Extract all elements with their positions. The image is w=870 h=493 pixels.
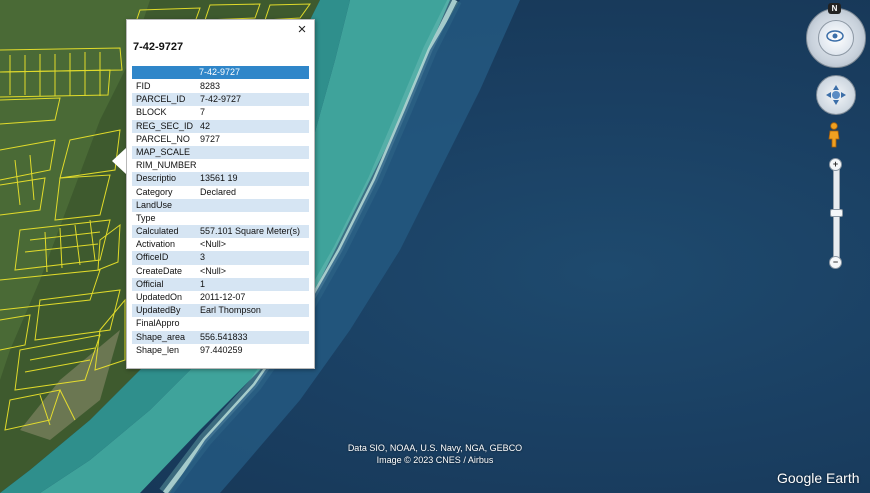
attribute-row: FinalAppro — [132, 317, 309, 330]
attribute-row: FID 8283 — [132, 80, 309, 93]
attribute-key: LandUse — [136, 199, 173, 210]
attribute-header-value: 7-42-9727 — [199, 67, 241, 77]
attribute-row: REG_SEC_ID 42 — [132, 119, 309, 133]
attribute-value: <Null> — [200, 265, 227, 276]
attribute-row: Official 1 — [132, 277, 309, 291]
attribute-row: BLOCK 7 — [132, 106, 309, 119]
attribute-row: MAP_SCALE — [132, 145, 309, 160]
attribute-key: BLOCK — [136, 107, 167, 118]
attribute-key: OfficeID — [136, 252, 169, 263]
attribute-key: UpdatedOn — [136, 292, 183, 302]
attribute-key: Calculated — [136, 226, 179, 237]
north-indicator[interactable]: N — [828, 3, 841, 14]
attribute-value: 556.541833 — [200, 331, 248, 342]
data-attribution: Data SIO, NOAA, U.S. Navy, NGA, GEBCO — [347, 443, 523, 453]
attribute-row: PARCEL_NO 9727 — [132, 133, 309, 146]
attribute-row: UpdatedOn 2011-12-07 — [132, 291, 309, 304]
attribute-row: Calculated 557.101 Square Meter(s) — [132, 225, 309, 239]
attribute-table-header: 7-42-9727 — [132, 66, 309, 79]
attribute-key: RIM_NUMBER — [136, 160, 197, 171]
attribute-value: 1 — [200, 278, 206, 289]
parcel-info-popup: 7-42-9727 × 7-42-9727 FID 8283 PARCEL_ID 7-… — [126, 19, 315, 369]
attribute-row: LandUse — [132, 198, 309, 212]
hand-icon — [826, 85, 846, 105]
attribute-value: 7-42-9727 — [200, 94, 242, 105]
attribute-row: PARCEL_ID 7-42-9727 — [132, 93, 309, 107]
pan-joystick[interactable] — [816, 75, 856, 115]
street-view-pegman-icon[interactable] — [827, 122, 841, 148]
attribute-value: Earl Thompson — [200, 305, 261, 316]
attribute-row: Type — [132, 212, 309, 225]
attribute-key: Shape_area — [136, 331, 186, 342]
attribute-row: RIM_NUMBER — [132, 159, 309, 172]
attribute-row: Descriptio 13561 19 — [132, 172, 309, 186]
image-attribution: Image © 2023 CNES / Airbus — [376, 455, 494, 465]
attribute-row: Shape_area 556.541833 — [132, 330, 309, 344]
attribute-value: 13561 19 — [200, 173, 238, 184]
attribute-key: REG_SEC_ID — [136, 120, 194, 131]
attribute-row: UpdatedBy Earl Thompson — [132, 304, 309, 318]
attribute-key: Shape_len — [136, 344, 180, 355]
attribute-value: 9727 — [200, 133, 221, 144]
attribute-row: CreateDate <Null> — [132, 265, 309, 278]
attribute-value: <Null> — [200, 239, 227, 250]
eye-icon — [826, 30, 844, 42]
google-earth-logo: Google Earth — [777, 470, 860, 486]
close-icon[interactable]: × — [295, 22, 309, 38]
attribute-key: PARCEL_ID — [136, 94, 186, 105]
popup-pointer — [112, 148, 126, 174]
zoom-out-button[interactable]: − — [829, 256, 842, 269]
attribute-value: 97.440259 — [200, 344, 243, 355]
attribute-key: FinalAppro — [136, 318, 180, 329]
attribute-row: Activation <Null> — [132, 238, 309, 251]
attribute-value: 2011-12-07 — [200, 292, 246, 302]
attribute-key: Activation — [136, 239, 176, 250]
attribute-key: Category — [136, 186, 173, 197]
attribute-key: UpdatedBy — [136, 305, 181, 316]
attribute-row: Category Declared — [132, 186, 309, 199]
attribute-key: Type — [136, 212, 156, 223]
attribute-row: OfficeID 3 — [132, 251, 309, 265]
zoom-in-button[interactable]: + — [829, 158, 842, 171]
attribute-key: MAP_SCALE — [136, 146, 191, 157]
attribute-key: CreateDate — [136, 265, 183, 276]
attribute-value: 557.101 Square Meter(s) — [200, 226, 301, 237]
attribute-key: Official — [136, 278, 164, 289]
popup-title: 7-42-9727 — [133, 41, 184, 53]
attribute-key: PARCEL_NO — [136, 133, 190, 144]
attribute-table: FID 8283 PARCEL_ID 7-42-9727 BLOCK 7 REG_SEC_I… — [132, 80, 309, 357]
attribute-value: 42 — [200, 120, 211, 131]
attribute-value: Declared — [200, 186, 237, 197]
attribute-row: Shape_len 97.440259 — [132, 344, 309, 357]
zoom-slider-thumb[interactable] — [830, 209, 843, 217]
attribute-value: 7 — [200, 107, 206, 118]
attribute-value: 3 — [200, 252, 206, 263]
attribute-value: 8283 — [200, 81, 221, 91]
attribute-key: FID — [136, 81, 151, 91]
attribute-key: Descriptio — [136, 173, 177, 184]
